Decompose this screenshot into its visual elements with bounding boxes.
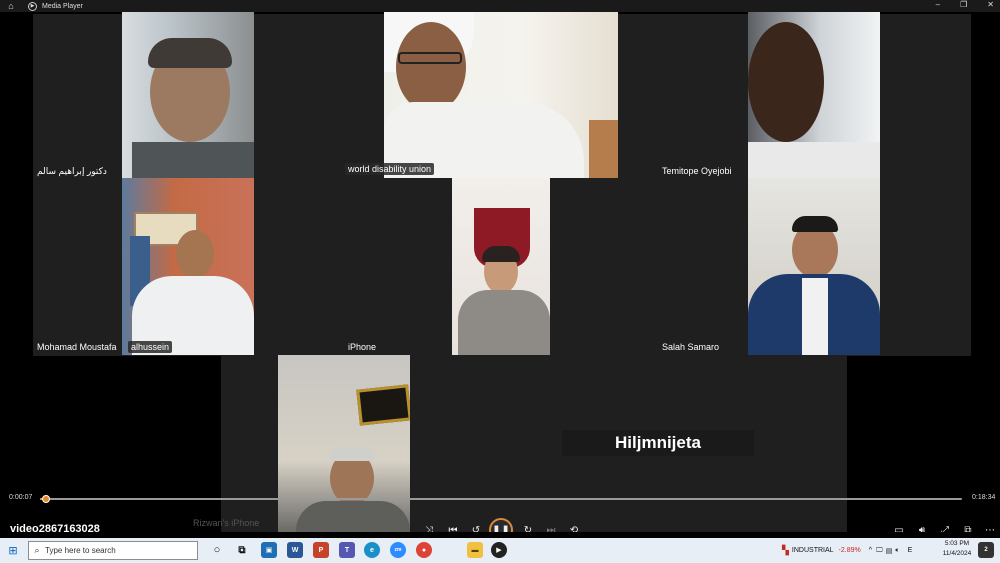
stock-name[interactable]: INDUSTRIAL <box>792 547 834 554</box>
word-icon[interactable]: W <box>287 542 303 558</box>
restore-button[interactable]: ❐ <box>960 0 967 9</box>
video-tile-ibrahim-salem <box>122 12 254 178</box>
video-tile-salah-samaro <box>748 178 880 355</box>
language-indicator-icon[interactable]: E <box>908 547 913 554</box>
participant-glasses <box>398 52 462 64</box>
edge-icon[interactable]: e <box>364 542 380 558</box>
participant-name-label: alhussein <box>128 341 173 353</box>
search-placeholder: Type here to search <box>45 546 116 555</box>
media-player-app-icon: ▶ <box>28 1 37 11</box>
participant-hair <box>148 38 232 68</box>
notification-center-icon[interactable]: 2 <box>978 542 994 558</box>
zoom-icon[interactable]: zm <box>390 542 406 558</box>
notification-count: 2 <box>984 547 988 553</box>
participant-name-label: Salah Samaro <box>662 342 720 352</box>
more-options-icon[interactable]: ⋯ <box>980 520 1000 533</box>
participant-name-label: world disability union <box>345 163 435 175</box>
participant-name-label: دكتور إبراهيم سالم <box>37 166 107 176</box>
fullscreen-icon[interactable]: ⤢ <box>935 520 955 533</box>
window-title: Media Player <box>42 2 83 10</box>
mini-player-icon[interactable]: ⧉ <box>958 520 978 533</box>
video-tile-world-disability-union <box>384 12 618 178</box>
stock-change: -2.89% <box>838 547 861 554</box>
participant-hair <box>330 447 374 461</box>
skip-forward-30-icon[interactable]: ↻ <box>518 520 538 533</box>
video-stage[interactable]: دكتور إبراهيم سالم world disability unio… <box>0 12 1000 532</box>
participant-name-label: Temitope Oyejobi <box>662 166 732 176</box>
taskbar-search-box[interactable]: ⌕ Type here to search <box>28 541 198 560</box>
speaker-icon[interactable]: 🔈︎ <box>895 547 899 555</box>
current-time: 0:00:07 <box>9 494 33 501</box>
cortana-icon[interactable]: ○ <box>209 542 225 558</box>
media-player-taskbar-icon[interactable]: ▶ <box>491 542 507 558</box>
video-title: video2867163028 <box>10 523 100 532</box>
participant-hair <box>482 246 520 262</box>
next-icon[interactable]: ⏭ <box>541 520 561 533</box>
participant-hair <box>792 216 838 232</box>
participant-name-label: iPhone <box>348 342 377 352</box>
search-icon: ⌕ <box>34 545 40 555</box>
task-view-icon[interactable]: ⧉ <box>234 542 250 558</box>
network-icon[interactable]: 🖵︎ <box>876 547 883 555</box>
captions-icon[interactable]: ▭ <box>889 520 909 533</box>
skip-back-10-icon[interactable]: ↺ <box>466 520 486 533</box>
file-explorer-icon[interactable]: ▬ <box>467 542 483 558</box>
participant-name-label: Mohamad Moustafa <box>37 342 117 352</box>
participant-cardigan <box>458 290 550 355</box>
clock-date: 11/4/2024 <box>942 550 972 557</box>
teams-icon[interactable]: T <box>339 542 355 558</box>
participant-shirt <box>802 278 828 355</box>
tray-overflow-icon[interactable]: ^ <box>869 547 872 554</box>
shuffle-icon[interactable]: ⤨ <box>419 520 439 533</box>
video-tile-temitope-oyejobi <box>748 12 880 178</box>
wooden-furniture <box>589 120 618 178</box>
seek-thumb[interactable] <box>42 495 50 503</box>
participant-face <box>396 22 466 112</box>
total-time: 0:18:34 <box>972 494 996 501</box>
seek-track[interactable] <box>40 495 962 503</box>
participant-face <box>748 22 824 142</box>
participant-name-placeholder: Hiljmnijeta <box>562 430 754 456</box>
seek-bar[interactable]: 0:00:07 0:18:34 <box>0 492 1000 506</box>
participant-face <box>176 230 214 278</box>
windows-start-icon[interactable]: ⊞ <box>0 544 26 557</box>
store-icon[interactable]: ▣ <box>261 542 277 558</box>
home-icon[interactable]: ⌂ <box>4 1 18 11</box>
repeat-off-icon[interactable]: ⟲ <box>564 520 584 533</box>
system-tray: ▚ INDUSTRIAL -2.89% ^ 🖵︎ ▤ 🔈︎ E <box>782 538 912 563</box>
previous-icon[interactable]: ⏮ <box>443 520 463 533</box>
participant-shirt <box>748 142 880 178</box>
video-tile-alhussein <box>122 178 254 355</box>
powerpoint-icon[interactable]: P <box>313 542 329 558</box>
minimize-button[interactable]: – <box>936 0 940 9</box>
display-icon[interactable]: ▤ <box>886 547 893 555</box>
video-tile-iphone <box>452 178 550 355</box>
close-button[interactable]: ✕ <box>987 0 994 9</box>
chrome-icon[interactable]: ● <box>416 542 432 558</box>
taskbar-clock[interactable]: 5:03 PM 11/4/2024 <box>940 539 974 559</box>
pause-button[interactable]: ❚❚ <box>489 518 513 532</box>
stock-chart-icon: ▚ <box>782 545 789 555</box>
volume-icon[interactable]: 🔊︎ <box>912 520 932 533</box>
participant-shirt <box>132 142 254 178</box>
wall-frame <box>356 384 410 426</box>
clock-time: 5:03 PM <box>944 540 970 547</box>
playback-controls: video2867163028 ⤨ ⏮ ↺ ❚❚ ↻ ⏭ ⟲ ▭ 🔊︎ ⤢ ⧉ … <box>0 516 1000 532</box>
title-bar: ⌂ ▶ Media Player – ❐ ✕ <box>0 0 1000 12</box>
